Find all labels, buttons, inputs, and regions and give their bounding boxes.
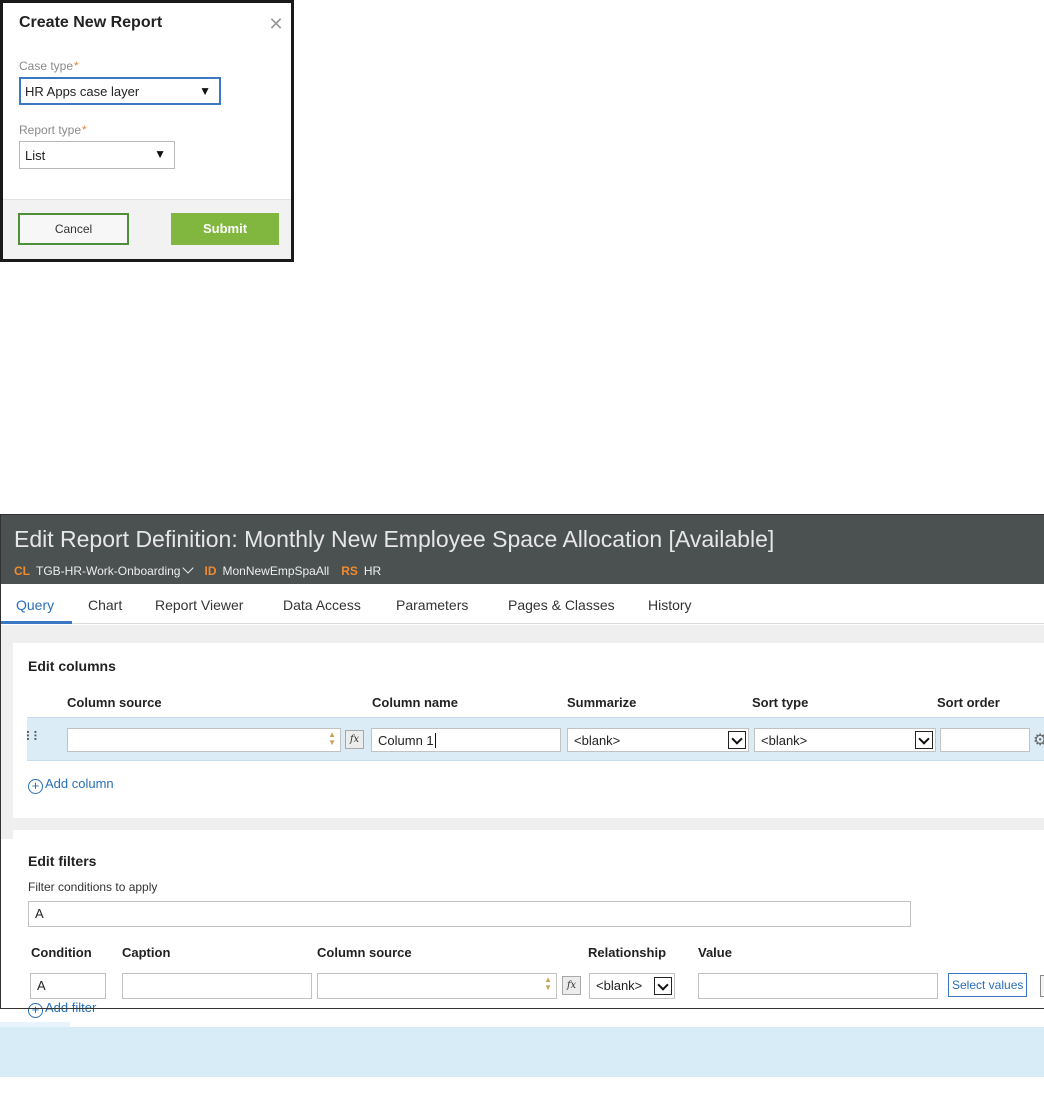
column-source-input[interactable]: ▲ ▼	[67, 728, 341, 752]
create-report-dialog: Create New Report ✕ Case type* HR Apps c…	[0, 0, 294, 262]
id-value: MonNewEmpSpaAll	[222, 564, 330, 578]
filter-column-source-input[interactable]: ▲ ▼	[317, 973, 557, 999]
add-filter-link[interactable]: + Add filter	[28, 1000, 96, 1018]
ruleset-key: RS	[341, 564, 358, 578]
summarize-select[interactable]: <blank>	[567, 728, 749, 752]
tab-data-access[interactable]: Data Access	[283, 597, 361, 613]
class-value[interactable]: TGB-HR-Work-Onboarding	[36, 564, 180, 578]
close-icon[interactable]: ✕	[267, 16, 285, 34]
case-type-label: Case type*	[19, 59, 79, 73]
chevron-down-icon[interactable]	[915, 731, 933, 749]
sort-type-select[interactable]: <blank>	[754, 728, 936, 752]
spinner-icon[interactable]: ▲ ▼	[544, 976, 552, 992]
edit-columns-title: Edit columns	[28, 658, 116, 674]
filter-header-value: Value	[698, 945, 732, 960]
add-column-link[interactable]: + Add column	[28, 776, 114, 794]
edit-filters-title: Edit filters	[28, 853, 97, 869]
col-header-sort-type: Sort type	[752, 695, 809, 710]
chevron-down-icon[interactable]	[728, 731, 746, 749]
select-values-button[interactable]: Select values	[948, 973, 1028, 997]
dropdown-arrow-icon: ▼	[154, 147, 166, 161]
fx-icon[interactable]: fx	[345, 730, 364, 749]
tab-report-viewer[interactable]: Report Viewer	[155, 597, 243, 613]
tab-pages-classes[interactable]: Pages & Classes	[508, 597, 615, 613]
case-type-select[interactable]: HR Apps case layer ▼	[19, 77, 221, 105]
report-type-label: Report type*	[19, 123, 87, 137]
plus-circle-icon: +	[28, 779, 43, 794]
caption-input[interactable]	[122, 973, 312, 999]
col-header-sort-order: Sort order	[937, 695, 1000, 710]
filter-conditions-input[interactable]: A	[28, 901, 911, 927]
filter-conditions-label: Filter conditions to apply	[28, 880, 158, 894]
filter-header-column-source: Column source	[317, 945, 412, 960]
dropdown-arrow-icon: ▼	[199, 84, 211, 98]
case-type-value: HR Apps case layer	[25, 84, 140, 99]
cancel-button[interactable]: Cancel	[18, 213, 129, 245]
dialog-footer: Cancel Submit	[3, 199, 291, 259]
filter-header-caption: Caption	[122, 945, 171, 960]
relationship-select[interactable]: <blank>	[589, 973, 675, 999]
spinner-icon[interactable]: ▲ ▼	[328, 731, 336, 747]
column-name-input[interactable]: Column 1	[371, 728, 561, 752]
submit-button[interactable]: Submit	[171, 213, 279, 245]
plus-circle-icon: +	[28, 1003, 43, 1018]
filter-header-condition: Condition	[31, 945, 92, 960]
required-icon: *	[82, 123, 87, 137]
ruleset-value: HR	[363, 564, 382, 578]
report-type-select[interactable]: List ▼	[19, 141, 175, 169]
filter-value-input[interactable]	[698, 973, 938, 999]
header-meta: CL TGB-HR-Work-Onboarding ID MonNewEmpSpaAl…	[14, 562, 393, 578]
sort-order-input[interactable]	[940, 728, 1030, 752]
col-header-summarize: Summarize	[567, 695, 637, 710]
tab-chart[interactable]: Chart	[88, 597, 122, 613]
page-title: Edit Report Definition: Monthly New Empl…	[14, 526, 775, 552]
row-action-button[interactable]	[1040, 975, 1044, 997]
tab-parameters[interactable]: Parameters	[396, 597, 468, 613]
tab-query[interactable]: Query	[16, 597, 54, 613]
condition-input[interactable]: A	[30, 973, 106, 999]
required-icon: *	[74, 59, 79, 73]
class-key: CL	[14, 564, 30, 578]
report-type-value: List	[25, 148, 46, 163]
gear-icon[interactable]: ⚙	[1033, 730, 1044, 749]
bottom-bar	[0, 1027, 1044, 1077]
tab-history[interactable]: History	[648, 597, 692, 613]
active-tab-indicator	[0, 621, 72, 624]
id-key: ID	[204, 564, 217, 578]
fx-icon[interactable]: fx	[562, 976, 581, 995]
filter-header-relationship: Relationship	[588, 945, 667, 960]
chevron-down-icon[interactable]	[654, 977, 672, 995]
col-header-column-name: Column name	[372, 695, 458, 710]
chevron-down-icon[interactable]	[182, 562, 195, 574]
dialog-title: Create New Report	[19, 14, 163, 31]
tab-bar: Query Chart Report Viewer Data Access Pa…	[0, 584, 1044, 624]
drag-handle-icon[interactable]: ⠇⠇	[25, 730, 42, 745]
bottom-bar-tab	[0, 1022, 70, 1027]
col-header-column-source: Column source	[67, 695, 162, 710]
report-header: Edit Report Definition: Monthly New Empl…	[0, 514, 1044, 584]
